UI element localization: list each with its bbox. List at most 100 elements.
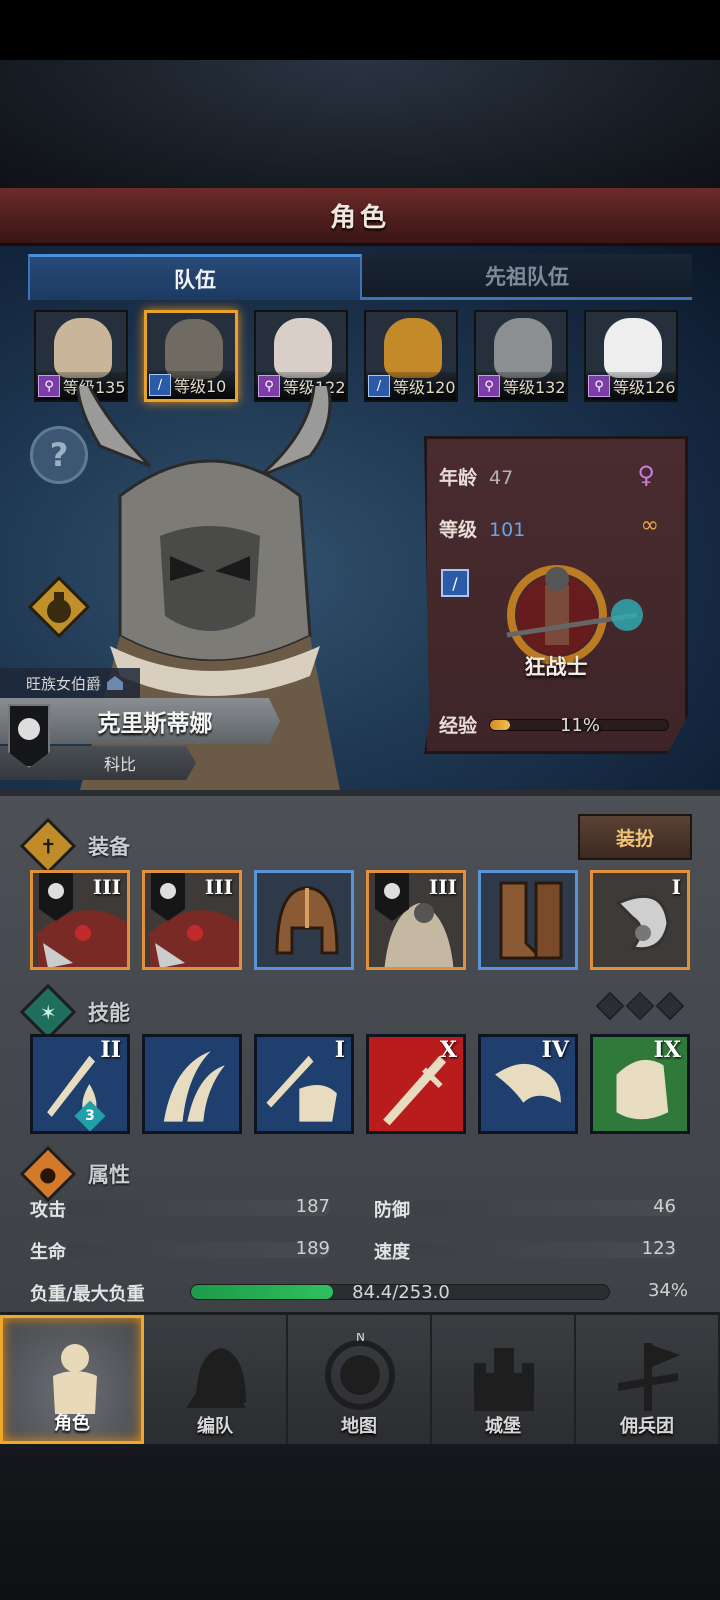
potion-icon[interactable]: [28, 576, 90, 638]
skill-rank: II: [100, 1037, 121, 1063]
class-name: 狂战士: [524, 655, 588, 679]
skill-point-diamond: [625, 991, 655, 1021]
equipment-header: ✝ 装备: [19, 817, 130, 875]
skill-claw-icon[interactable]: [142, 1034, 242, 1134]
attack-stat: 攻击 187: [30, 1194, 330, 1222]
tab-bar: 队伍 先祖队伍: [28, 254, 692, 300]
level-value: 101: [489, 519, 526, 541]
star-icon: ✶: [19, 983, 77, 1041]
portrait-level: 等级132: [503, 378, 566, 397]
defense-label: 防御: [374, 1200, 410, 1221]
nav-castle[interactable]: 城堡: [432, 1315, 576, 1444]
rings-icon[interactable]: ∞: [641, 513, 659, 538]
skill-rank: IX: [653, 1037, 681, 1063]
skill-points: [595, 991, 685, 1021]
portrait-level-row: ⚲ 等级126: [586, 372, 676, 400]
mercenary-banner-icon: [618, 1343, 680, 1411]
party-portrait[interactable]: / 等级120: [364, 310, 458, 402]
skill-green-fist-icon[interactable]: IX: [590, 1034, 690, 1134]
dress-up-button[interactable]: 装扮: [578, 814, 692, 860]
nav-label: 城堡: [485, 1416, 521, 1437]
staff-icon: ⚲: [478, 375, 500, 397]
hero-subtitle: 科比: [103, 755, 136, 774]
equipment-slots: III III III I: [30, 870, 690, 970]
hp-label: 生命: [30, 1242, 66, 1263]
attack-label: 攻击: [30, 1200, 66, 1221]
skill-red-sword-icon[interactable]: X: [366, 1034, 466, 1134]
nav-label: 编队: [197, 1416, 233, 1437]
hero-face: [165, 319, 223, 379]
background-top: [0, 60, 720, 190]
age-value: 47: [489, 467, 514, 489]
equipment-tier: III: [428, 875, 457, 899]
age-row: 年龄 47: [439, 463, 513, 490]
hero-face: [494, 318, 552, 378]
title-banner: 角色: [0, 188, 720, 246]
party-portrait[interactable]: ⚲ 等级132: [474, 310, 568, 402]
hero-area: 队伍 先祖队伍 ⚲等级135/等级10⚲等级122/等级120⚲等级132⚲等级…: [0, 246, 720, 790]
staff-icon: ⚲: [588, 375, 610, 397]
attributes-label: 属性: [88, 1163, 130, 1187]
skill-eagle-icon[interactable]: IV: [478, 1034, 578, 1134]
background-bottom: [0, 1444, 720, 1600]
portrait-level: 等级120: [393, 378, 456, 397]
exp-percent: 11%: [559, 715, 600, 736]
skill-rank: X: [439, 1037, 457, 1063]
helmet-slot[interactable]: [254, 870, 354, 970]
boots-slot[interactable]: [478, 870, 578, 970]
hero-face: [604, 318, 662, 378]
armor-slot[interactable]: III: [30, 870, 130, 970]
noble-title: 旺族女伯爵: [26, 674, 102, 693]
hero-face: [384, 318, 442, 378]
equipment-label: 装备: [88, 835, 130, 859]
hero-info-card: 年龄 47 ♀ 等级 101 ∞ / 狂战士 经验 11%: [424, 436, 688, 754]
nav-label: 角色: [54, 1413, 90, 1434]
bottom-nav: 角色 编队 N 地图 城堡 佣兵团: [0, 1312, 720, 1444]
female-icon: ♀: [637, 461, 655, 489]
house-icon: [107, 676, 124, 690]
sword-class-icon: /: [441, 569, 469, 597]
nav-mercenary-banner[interactable]: 佣兵团: [576, 1315, 720, 1444]
page-title: 角色: [329, 203, 390, 233]
party-portrait[interactable]: ⚲ 等级126: [584, 310, 678, 402]
nav-knight[interactable]: 角色: [0, 1315, 144, 1444]
portrait-level: 等级126: [613, 378, 676, 397]
help-icon[interactable]: ?: [30, 426, 88, 484]
nav-compass-map[interactable]: N 地图: [288, 1315, 432, 1444]
armor-slot-2[interactable]: III: [142, 870, 242, 970]
portrait-level-row: / 等级120: [366, 372, 456, 400]
hero-name: 克里斯蒂娜: [97, 711, 213, 737]
level-label: 等级: [439, 519, 478, 541]
speed-label: 速度: [374, 1242, 410, 1263]
defense-stat: 防御 46: [374, 1194, 676, 1222]
age-label: 年龄: [439, 467, 478, 489]
skill-sword-drop-icon[interactable]: II 3: [30, 1034, 130, 1134]
skill-rank: IV: [541, 1037, 569, 1063]
skills-label: 技能: [88, 1001, 130, 1025]
attributes-header: ● 属性: [19, 1145, 130, 1203]
skill-art: [163, 1051, 225, 1122]
cross-icon: ✝: [19, 817, 77, 875]
speed-stat: 速度 123: [374, 1236, 676, 1264]
details-panel: ✝ 装备 装扮 III III III I ✶ 技能 II 3 I X IV IX ● 属性 攻…: [0, 790, 720, 1312]
compass-map-icon: N: [325, 1333, 395, 1410]
skill-sword-fist-icon[interactable]: I: [254, 1034, 354, 1134]
trinket-slot[interactable]: I: [590, 870, 690, 970]
skill-point-diamond: [595, 991, 625, 1021]
skill-rank: I: [334, 1037, 345, 1063]
tab-party[interactable]: 队伍: [28, 254, 362, 300]
skill-point-diamond: [655, 991, 685, 1021]
knight-icon: [53, 1344, 97, 1414]
cloak-slot[interactable]: III: [366, 870, 466, 970]
nav-label: 佣兵团: [620, 1416, 674, 1437]
load-stat: 负重/最大负重 84.4/253.0 34%: [30, 1278, 688, 1306]
castle-icon: [474, 1348, 534, 1411]
attack-value: 187: [295, 1196, 330, 1217]
tab-ancestor-party[interactable]: 先祖队伍: [362, 254, 692, 300]
level-row: 等级 101: [439, 515, 525, 542]
nav-helmet-formation[interactable]: 编队: [144, 1315, 288, 1444]
svg-text:N: N: [356, 1333, 365, 1344]
status-bar: [0, 0, 720, 60]
skills-header: ✶ 技能: [19, 983, 130, 1041]
hp-value: 189: [295, 1238, 330, 1259]
